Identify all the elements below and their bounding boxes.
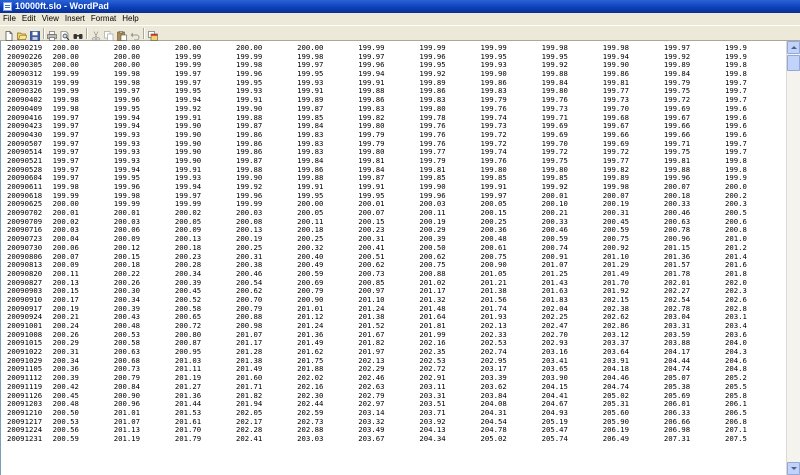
value-cell: 204.34 — [419, 433, 446, 443]
value-cell: 207.5 — [724, 433, 747, 443]
wordpad-window: 10000ft.slo - WordPad File Edit View Insert… — [0, 0, 800, 475]
wordpad-app-icon[interactable] — [3, 2, 12, 11]
toolbar-separator — [86, 28, 88, 39]
menu-format[interactable]: Format — [88, 13, 119, 25]
value-cell: 202.41 — [235, 433, 263, 443]
menu-view[interactable]: View — [39, 13, 62, 25]
value-cell: 205.74 — [541, 433, 568, 443]
value-cell: 201.19 — [113, 433, 141, 443]
toolbar-separator — [43, 28, 45, 39]
new-icon[interactable] — [4, 28, 14, 41]
toolbar-separator — [143, 28, 145, 39]
save-icon[interactable] — [30, 28, 40, 41]
value-cell: 201.79 — [174, 433, 202, 443]
date-cell: 20091231 — [7, 433, 43, 443]
toolbar — [0, 25, 800, 41]
scroll-up-button[interactable] — [787, 41, 800, 54]
window-title: 10000ft.slo - WordPad — [15, 1, 109, 11]
scroll-down-button[interactable] — [787, 462, 800, 475]
table-row: 20091231 200.59 201.19 201.79 202.41 203.03 20… — [7, 433, 786, 444]
paste-icon[interactable] — [117, 28, 127, 41]
value-cell: 200.59 — [52, 433, 79, 443]
scrollbar-thumb[interactable] — [787, 55, 800, 71]
insert-date-time-icon[interactable] — [148, 28, 158, 41]
value-cell: 203.67 — [358, 433, 385, 443]
menu-edit[interactable]: Edit — [19, 13, 39, 25]
menu-help[interactable]: Help — [119, 13, 141, 25]
value-cell: 205.02 — [480, 433, 507, 443]
undo-icon[interactable] — [130, 28, 140, 41]
vertical-scrollbar[interactable] — [786, 41, 800, 475]
chevron-down-icon — [791, 467, 797, 470]
value-cell: 207.31 — [663, 433, 691, 443]
print-preview-icon[interactable] — [60, 28, 70, 41]
menu-file[interactable]: File — [0, 13, 19, 25]
title-bar[interactable]: 10000ft.slo - WordPad — [0, 0, 800, 13]
cut-icon[interactable] — [91, 28, 101, 41]
chevron-up-icon — [791, 46, 797, 49]
menu-insert[interactable]: Insert — [62, 13, 88, 25]
open-icon[interactable] — [17, 28, 28, 40]
print-icon[interactable] — [47, 28, 57, 41]
value-cell: 203.03 — [297, 433, 324, 443]
data-table: 20090219 200.00 200.00 200.00 200.00 200.00 19… — [7, 43, 786, 444]
find-icon[interactable] — [73, 28, 83, 39]
menu-bar: File Edit View Insert Format Help — [0, 13, 800, 25]
value-cell: 206.49 — [602, 433, 630, 443]
document-area[interactable]: 20090219 200.00 200.00 200.00 200.00 200.00 19… — [0, 41, 786, 475]
copy-icon[interactable] — [104, 28, 114, 41]
